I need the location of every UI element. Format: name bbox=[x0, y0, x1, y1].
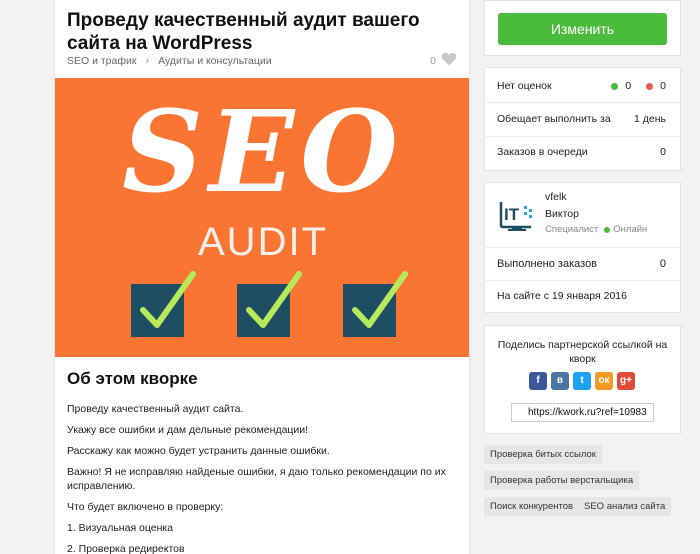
edit-button[interactable]: Изменить bbox=[498, 13, 667, 45]
divider bbox=[485, 102, 680, 103]
queue-label: Заказов в очереди bbox=[497, 146, 588, 158]
about-paragraph: Расскажу как можно будет устранить данны… bbox=[67, 445, 330, 457]
about-paragraph: Важно! Я не исправляю найденые ошибки, я… bbox=[67, 466, 446, 492]
checkbox-icon bbox=[343, 271, 408, 337]
stats-panel: Нет оценок 0 0 Обещает выполнить за 1 де… bbox=[484, 67, 681, 171]
avatar[interactable]: IT bbox=[498, 198, 538, 232]
divider bbox=[485, 280, 680, 281]
about-paragraph: Укажу все ошибки и дам дельные рекоменда… bbox=[67, 424, 309, 436]
divider bbox=[485, 136, 680, 137]
breadcrumb-category[interactable]: SEO и трафик bbox=[67, 55, 136, 67]
queue-row: Заказов в очереди 0 bbox=[497, 144, 666, 160]
share-text: Поделись партнерской ссылкой на кворк bbox=[497, 339, 668, 365]
seller-role-text: Специалист bbox=[545, 224, 599, 235]
about-section: Об этом кворке Проведу качественный ауди… bbox=[55, 357, 469, 554]
chevron-right-icon: › bbox=[145, 55, 150, 67]
svg-text:IT: IT bbox=[504, 205, 520, 224]
breadcrumb: SEO и трафик › Аудиты и консультации bbox=[67, 55, 272, 67]
kwork-image: SEO AUDIT bbox=[55, 78, 469, 357]
completed-value: 0 bbox=[659, 258, 666, 270]
favorites[interactable]: 0 bbox=[430, 52, 457, 69]
google-plus-icon[interactable]: g+ bbox=[617, 372, 635, 390]
seller-login[interactable]: vfelk bbox=[545, 191, 567, 203]
facebook-icon[interactable]: f bbox=[529, 372, 547, 390]
referral-link-input[interactable]: https://kwork.ru?ref=10983 bbox=[511, 403, 654, 422]
checkbox-icon bbox=[131, 271, 196, 337]
seller-name: Виктор bbox=[545, 208, 579, 220]
about-heading: Об этом кворке bbox=[67, 369, 198, 388]
seller-role: Специалист Онлайн bbox=[545, 224, 647, 235]
about-paragraph: Проведу качественный аудит сайта. bbox=[67, 403, 244, 415]
positive-dot-icon bbox=[611, 82, 619, 90]
likes-count: 0 bbox=[430, 54, 436, 67]
since-row: На сайте с 19 января 2016 bbox=[497, 288, 666, 304]
twitter-icon[interactable]: t bbox=[573, 372, 591, 390]
kwork-title: Проведу качественный аудит вашего сайта … bbox=[67, 10, 420, 54]
vk-icon[interactable]: в bbox=[551, 372, 569, 390]
ratings-label: Нет оценок bbox=[497, 80, 552, 92]
divider bbox=[485, 247, 680, 248]
banner-audit-text: AUDIT bbox=[198, 220, 328, 264]
negative-dot-icon bbox=[646, 82, 654, 90]
promise-value: 1 день bbox=[634, 113, 666, 125]
ratings-row: Нет оценок 0 0 bbox=[497, 78, 666, 94]
queue-value: 0 bbox=[660, 146, 666, 158]
completed-label: Выполнено заказов bbox=[497, 258, 598, 270]
heart-icon[interactable] bbox=[441, 52, 457, 69]
odnoklassniki-icon[interactable]: ок bbox=[595, 372, 613, 390]
seller-panel: IT vfelk Виктор Специалист Онлайн Выполн… bbox=[484, 182, 681, 313]
promise-row: Обещает выполнить за 1 день bbox=[497, 111, 666, 127]
about-paragraph: 1. Визуальная оценка bbox=[67, 522, 174, 534]
negative-count: 0 bbox=[660, 80, 666, 92]
promise-label: Обещает выполнить за bbox=[497, 113, 611, 125]
share-panel: Поделись партнерской ссылкой на кворк f … bbox=[484, 325, 681, 434]
social-buttons: f в t ок g+ bbox=[529, 372, 639, 390]
checkbox-icon bbox=[237, 271, 302, 337]
tag-chip[interactable]: Проверка работы верстальщика bbox=[484, 471, 640, 490]
completed-row: Выполнено заказов 0 bbox=[497, 256, 666, 272]
ratings-counts: 0 0 bbox=[611, 80, 666, 92]
online-dot-icon bbox=[604, 226, 611, 233]
action-panel: Изменить bbox=[484, 0, 681, 56]
banner-seo-text: SEO bbox=[122, 87, 404, 218]
seller-status: Онлайн bbox=[613, 224, 648, 235]
about-paragraph: Что будет включено в проверку: bbox=[67, 501, 224, 513]
seller-since: На сайте с 19 января 2016 bbox=[497, 290, 627, 302]
breadcrumb-subcategory[interactable]: Аудиты и консультации bbox=[158, 55, 272, 67]
positive-count: 0 bbox=[625, 80, 632, 92]
tag-chip[interactable]: Проверка битых ссылок bbox=[484, 445, 602, 464]
tag-chip[interactable]: Поиск конкурентов bbox=[484, 497, 580, 516]
about-paragraph: 2. Проверка редиректов bbox=[67, 543, 185, 554]
kwork-card: Проведу качественный аудит вашего сайта … bbox=[54, 0, 470, 554]
tag-chip[interactable]: SEO анализ сайта bbox=[578, 497, 672, 516]
